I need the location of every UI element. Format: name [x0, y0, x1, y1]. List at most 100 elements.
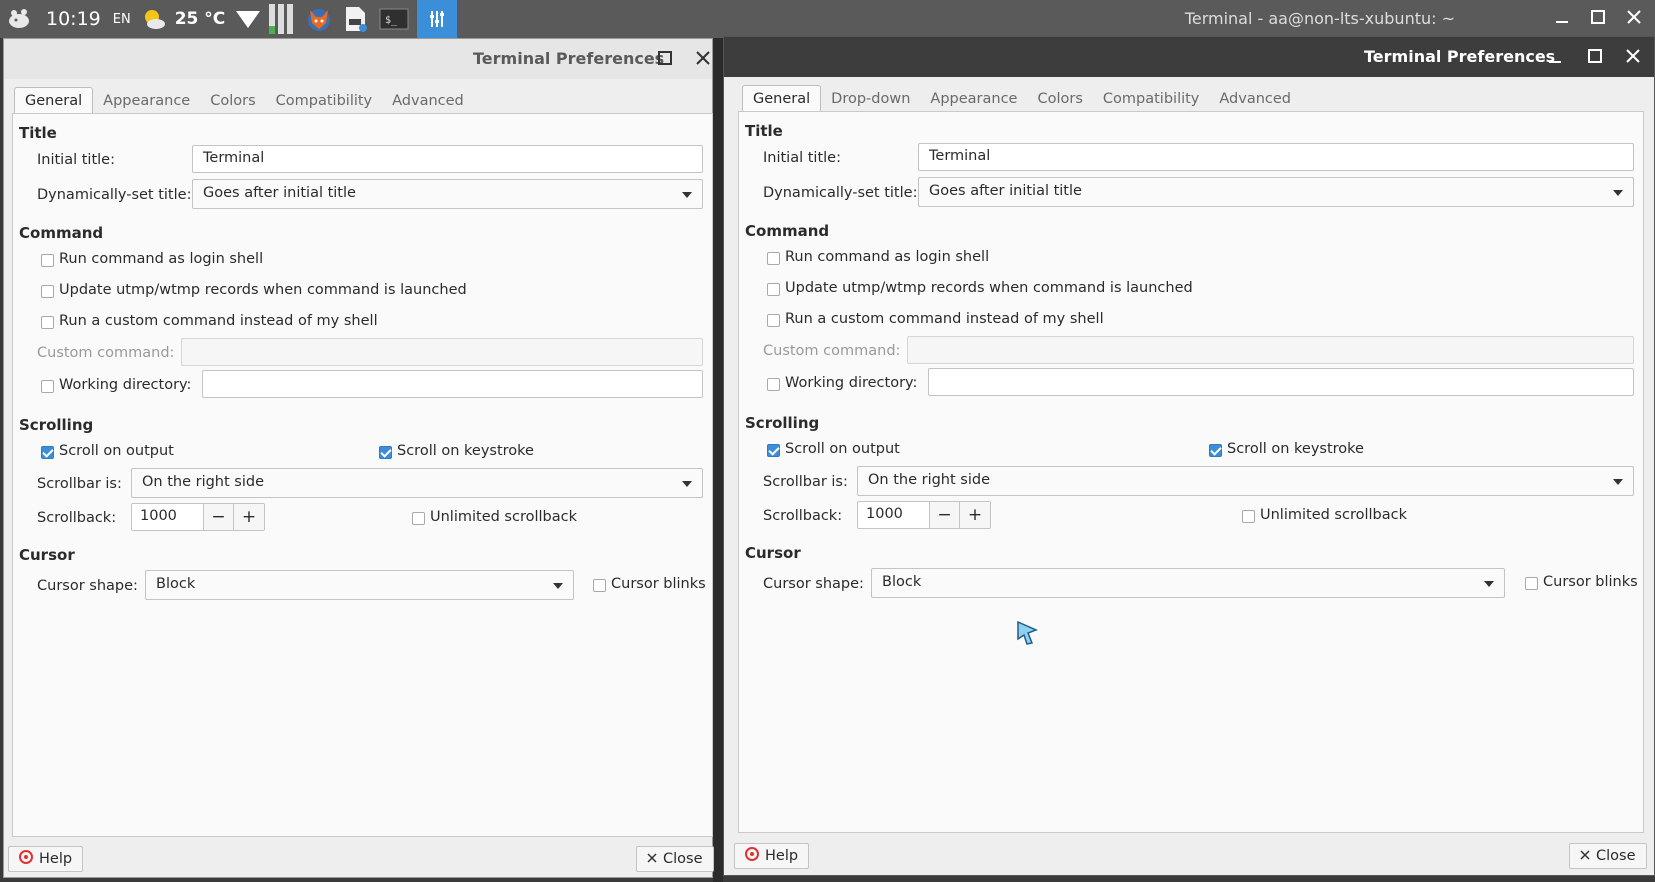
tab-compatibility[interactable]: Compatibility — [266, 88, 382, 113]
chevron-down-icon — [553, 583, 563, 589]
scrollbar-select[interactable]: On the right side — [131, 468, 703, 498]
scrollback-input[interactable]: 1000 — [132, 504, 204, 530]
tab-compatibility[interactable]: Compatibility — [1093, 86, 1209, 111]
close-button[interactable]: Close — [636, 846, 714, 872]
scroll-on-output-label: Scroll on output — [59, 443, 174, 459]
help-icon — [745, 847, 759, 865]
close-icon[interactable] — [1627, 10, 1641, 28]
utmp-label: Update utmp/wtmp records when command is… — [59, 282, 467, 298]
weather-icon[interactable] — [139, 0, 169, 38]
dynamic-title-select[interactable]: Goes after initial title — [918, 177, 1634, 207]
tab-appearance[interactable]: Appearance — [920, 86, 1027, 111]
initial-title-label: Initial title: — [37, 152, 115, 168]
utmp-label: Update utmp/wtmp records when command is… — [785, 280, 1193, 296]
close-icon — [1580, 848, 1590, 864]
scrollback-label: Scrollback: — [37, 510, 117, 526]
titlebar: Terminal Preferences — [4, 39, 712, 79]
scroll-on-output-checkbox[interactable] — [767, 444, 780, 457]
initial-title-input[interactable]: Terminal — [192, 145, 703, 173]
tab-drop-down[interactable]: Drop-down — [821, 86, 920, 111]
close-icon[interactable] — [696, 51, 710, 69]
help-button[interactable]: Help — [8, 846, 84, 872]
minimize-icon[interactable] — [1555, 10, 1569, 28]
chevron-down-icon — [1613, 190, 1623, 196]
help-button[interactable]: Help — [734, 843, 810, 869]
maximize-icon[interactable] — [1591, 10, 1605, 28]
scrollbar-select[interactable]: On the right side — [857, 466, 1634, 496]
unlimited-scrollback-checkbox[interactable] — [1242, 510, 1255, 523]
tab-bar: General Drop-down Appearance Colors Comp… — [742, 85, 1301, 111]
section-cursor: Cursor — [19, 546, 75, 564]
system-load-icon[interactable] — [269, 0, 294, 38]
active-window-title: Terminal - aa@non-lts-xubuntu: ~ — [1184, 9, 1455, 28]
scrollback-stepper: 1000 − + — [131, 503, 265, 531]
chevron-down-icon — [1613, 479, 1623, 485]
dynamic-title-select[interactable]: Goes after initial title — [192, 179, 703, 209]
login-shell-checkbox[interactable] — [41, 254, 54, 267]
tab-general[interactable]: General — [742, 85, 822, 111]
mixer-icon[interactable] — [417, 0, 458, 38]
cursor-shape-select[interactable]: Block — [871, 568, 1505, 598]
custom-command-check-label: Run a custom command instead of my shell — [59, 313, 378, 329]
custom-command-checkbox[interactable] — [41, 316, 54, 329]
general-pane: Title Initial title: Terminal Dynamicall… — [12, 113, 713, 837]
increment-button[interactable]: + — [234, 504, 264, 530]
unlimited-scrollback-label: Unlimited scrollback — [430, 509, 577, 525]
custom-command-checkbox[interactable] — [767, 314, 780, 327]
preferences-dialog-right: Terminal Preferences General Drop-down A… — [723, 36, 1655, 876]
scroll-on-keystroke-label: Scroll on keystroke — [1227, 441, 1364, 457]
close-icon — [647, 851, 657, 867]
cursor-shape-label: Cursor shape: — [763, 576, 864, 592]
scroll-on-output-checkbox[interactable] — [41, 446, 54, 459]
working-directory-input[interactable] — [928, 368, 1634, 396]
decrement-button[interactable]: − — [930, 502, 960, 528]
section-command: Command — [745, 222, 830, 240]
decrement-button[interactable]: − — [204, 504, 234, 530]
working-directory-checkbox[interactable] — [767, 378, 780, 391]
scrollback-input[interactable]: 1000 — [858, 502, 930, 528]
document-icon[interactable] — [343, 0, 369, 38]
cursor-blinks-checkbox[interactable] — [593, 579, 606, 592]
utmp-checkbox[interactable] — [767, 283, 780, 296]
close-icon[interactable] — [1626, 49, 1640, 67]
keyboard-layout[interactable]: EN — [113, 12, 131, 27]
initial-title-input[interactable]: Terminal — [918, 143, 1634, 171]
tab-advanced[interactable]: Advanced — [382, 88, 474, 113]
help-label: Help — [765, 848, 799, 864]
cursor-shape-select[interactable]: Block — [145, 570, 574, 600]
terminal-icon[interactable]: $_ — [379, 0, 409, 38]
maximize-icon[interactable] — [1588, 49, 1602, 67]
tab-appearance[interactable]: Appearance — [93, 88, 200, 113]
tab-general[interactable]: General — [14, 87, 94, 113]
close-button[interactable]: Close — [1569, 843, 1647, 869]
scrollbar-label: Scrollbar is: — [763, 474, 848, 490]
working-directory-input[interactable] — [202, 370, 703, 398]
custom-command-label: Custom command: — [763, 343, 901, 359]
temperature: 25 °C — [174, 9, 226, 29]
increment-button[interactable]: + — [960, 502, 990, 528]
scroll-on-keystroke-checkbox[interactable] — [1209, 444, 1222, 457]
working-directory-checkbox[interactable] — [41, 380, 54, 393]
custom-command-input[interactable] — [907, 336, 1634, 364]
tab-colors[interactable]: Colors — [1027, 86, 1092, 111]
fox-app-icon[interactable] — [305, 0, 333, 38]
utmp-checkbox[interactable] — [41, 285, 54, 298]
custom-command-input[interactable] — [181, 338, 703, 366]
close-label: Close — [663, 851, 703, 867]
tab-advanced[interactable]: Advanced — [1209, 86, 1301, 111]
login-shell-checkbox[interactable] — [767, 252, 780, 265]
cursor-blinks-label: Cursor blinks — [611, 576, 706, 592]
whisker-menu-icon[interactable] — [6, 0, 34, 38]
cursor-blinks-checkbox[interactable] — [1525, 577, 1538, 590]
scroll-on-keystroke-label: Scroll on keystroke — [397, 443, 534, 459]
working-directory-label: Working directory: — [785, 375, 918, 391]
preferences-dialog-left: Terminal Preferences General Appearance … — [3, 38, 714, 878]
unlimited-scrollback-checkbox[interactable] — [412, 512, 425, 525]
wifi-icon[interactable] — [235, 0, 261, 38]
cursor-shape-label: Cursor shape: — [37, 578, 138, 594]
minimize-icon[interactable] — [1548, 50, 1562, 68]
maximize-icon[interactable] — [658, 51, 672, 69]
tab-colors[interactable]: Colors — [200, 88, 265, 113]
clock[interactable]: 10:19 — [46, 8, 101, 30]
scroll-on-keystroke-checkbox[interactable] — [379, 446, 392, 459]
